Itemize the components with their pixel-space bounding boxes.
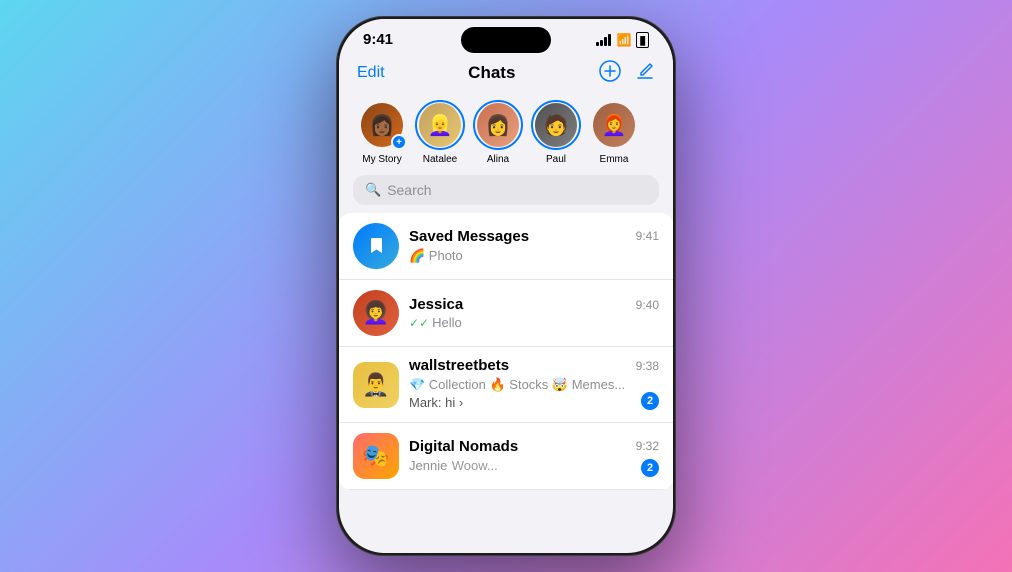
phone-frame: 9:41 📶 ▮ Edit Chats (336, 16, 676, 556)
battery-icon: ▮ (636, 32, 649, 48)
story-item-natalee[interactable]: 👱‍♀️ Natalee (411, 100, 469, 165)
natalee-avatar: 👱‍♀️ (419, 103, 461, 147)
emma-avatar: 👩‍🦰 (593, 103, 635, 147)
jessica-avatar: 👩‍🦱 (353, 290, 399, 336)
digital-nomads-name: Digital Nomads (409, 438, 518, 455)
app-header: Edit Chats (339, 54, 673, 94)
edit-button[interactable]: Edit (357, 64, 385, 82)
wallstreetbets-subpreview: Mark: hi › (409, 395, 463, 410)
story-item-alina[interactable]: 👩 Alina (469, 100, 527, 165)
search-placeholder: Search (387, 182, 431, 198)
wallstreetbets-avatar: 🤵‍♂️ (353, 362, 399, 408)
add-story-badge: + (391, 134, 407, 150)
story-item-paul[interactable]: 🧑 Paul (527, 100, 585, 165)
paul-avatar: 🧑 (535, 103, 577, 147)
story-name-natalee: Natalee (423, 154, 457, 165)
jessica-content: Jessica 9:40 ✓✓ Hello (409, 296, 659, 330)
saved-messages-preview: 🌈 Photo (409, 248, 463, 263)
chat-item-digital-nomads[interactable]: 🎭 Digital Nomads 9:32 Jennie Woow... 2 (339, 423, 673, 490)
story-name-my-story: My Story (362, 154, 401, 165)
chat-item-wallstreetbets[interactable]: 🤵‍♂️ wallstreetbets 9:38 💎 Collection 🔥 … (339, 347, 673, 423)
digital-nomads-content: Digital Nomads 9:32 Jennie Woow... (409, 438, 659, 475)
status-time: 9:41 (363, 31, 393, 48)
signal-icon (596, 34, 611, 46)
jessica-preview: Hello (432, 315, 462, 330)
digital-nomads-subpreview: Woow... (452, 458, 498, 473)
chat-item-jessica[interactable]: 👩‍🦱 Jessica 9:40 ✓✓ Hello (339, 280, 673, 347)
story-item-my-story[interactable]: 👩🏾 + My Story (353, 100, 411, 165)
wallstreetbets-content: wallstreetbets 9:38 💎 Collection 🔥 Stock… (409, 357, 659, 412)
wallstreetbets-preview: 💎 Collection 🔥 Stocks 🤯 Memes... (409, 377, 625, 392)
saved-messages-time: 9:41 (636, 229, 659, 243)
dynamic-island (461, 27, 551, 53)
digital-nomads-time: 9:32 (636, 439, 659, 453)
stories-row: 👩🏾 + My Story 👱‍♀️ Natalee (339, 94, 673, 175)
header-actions (599, 60, 655, 86)
search-bar[interactable]: 🔍 Search (353, 175, 659, 205)
page-title: Chats (468, 63, 515, 83)
new-group-icon[interactable] (599, 60, 621, 86)
saved-messages-avatar (353, 223, 399, 269)
chat-list: Saved Messages 9:41 🌈 Photo 👩‍🦱 Jessica … (339, 213, 673, 490)
saved-messages-content: Saved Messages 9:41 🌈 Photo (409, 228, 659, 265)
story-item-emma[interactable]: 👩‍🦰 Emma (585, 100, 643, 165)
digital-nomads-avatar: 🎭 (353, 433, 399, 479)
phone-screen: 9:41 📶 ▮ Edit Chats (339, 19, 673, 553)
story-name-paul: Paul (546, 154, 566, 165)
jessica-name: Jessica (409, 296, 463, 313)
digital-nomads-preview: Jennie (409, 458, 447, 473)
compose-icon[interactable] (635, 61, 655, 85)
wallstreetbets-name: wallstreetbets (409, 357, 509, 374)
chat-item-saved-messages[interactable]: Saved Messages 9:41 🌈 Photo (339, 213, 673, 280)
search-icon: 🔍 (365, 182, 381, 198)
alina-avatar: 👩 (477, 103, 519, 147)
status-icons: 📶 ▮ (596, 32, 649, 48)
wallstreetbets-badge: 2 (641, 392, 659, 410)
wifi-icon: 📶 (616, 33, 631, 47)
wallstreetbets-time: 9:38 (636, 359, 659, 373)
story-name-emma: Emma (600, 154, 629, 165)
read-checkmark-icon: ✓✓ (409, 316, 429, 330)
jessica-time: 9:40 (636, 298, 659, 312)
digital-nomads-badge: 2 (641, 459, 659, 477)
story-name-alina: Alina (487, 154, 509, 165)
saved-messages-name: Saved Messages (409, 228, 529, 245)
